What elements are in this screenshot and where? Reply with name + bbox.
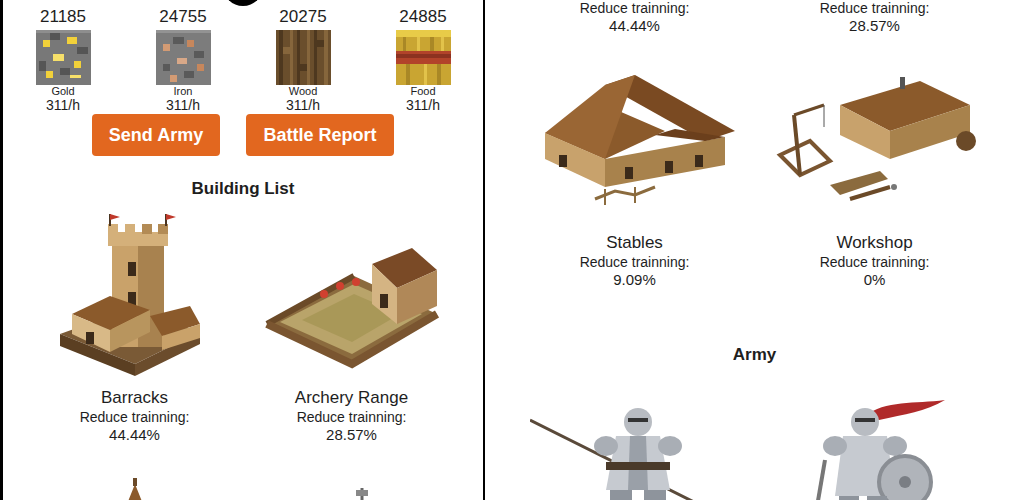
resource-rate: 311/h — [123, 97, 243, 113]
resource-name: Wood — [243, 85, 363, 97]
swordsman-icon — [755, 400, 995, 500]
section-title: Building List — [3, 178, 483, 200]
logo-icon — [3, 0, 483, 6]
building-card[interactable]: Archery RangeReduce trainning:28.57% — [243, 214, 460, 444]
building-caption: Reduce trainning: — [755, 254, 995, 271]
right-screen: Reduce trainning:44.44%Reduce trainning:… — [485, 0, 1024, 500]
building-value: 0% — [755, 271, 995, 289]
building-value: 44.44% — [26, 426, 243, 444]
building-name: Archery Range — [243, 387, 460, 409]
resource-item: 24885 Food311/h — [363, 6, 483, 113]
building-value: 44.44% — [515, 17, 755, 35]
stables-icon — [515, 75, 755, 215]
building-card[interactable]: WorkshopReduce trainning:0% — [755, 75, 995, 289]
army-unit[interactable] — [755, 400, 995, 500]
building-caption: Reduce trainning: — [515, 254, 755, 271]
army-list — [485, 400, 1024, 500]
resource-name: Iron — [123, 85, 243, 97]
building-caption: Reduce trainning: — [243, 409, 460, 426]
resource-icon — [243, 30, 363, 85]
building-card[interactable]: Reduce trainning:44.44% — [515, 0, 755, 35]
archery-range-icon — [243, 214, 460, 379]
resource-item: 21185 Gold311/h — [3, 6, 123, 113]
army-unit[interactable] — [515, 400, 755, 500]
building-value: 28.57% — [243, 426, 460, 444]
building-name: Stables — [515, 232, 755, 254]
building-list: Reduce trainning:44.44%Reduce trainning:… — [485, 0, 1024, 35]
resource-name: Gold — [3, 85, 123, 97]
building-list: StablesReduce trainning:9.09%WorkshopRed… — [485, 75, 1024, 289]
resource-icon — [3, 30, 123, 85]
resource-bar: 21185Gold311/h24755Iron311/h20275Wood311… — [3, 6, 483, 113]
building-name: Barracks — [26, 387, 243, 409]
building-card[interactable] — [26, 474, 243, 500]
resource-amount: 24885 — [363, 6, 483, 28]
building-name: Workshop — [755, 232, 995, 254]
building-caption: Reduce trainning: — [26, 409, 243, 426]
resource-icon — [363, 30, 483, 85]
building-icon — [26, 474, 243, 500]
left-screen: 21185Gold311/h24755Iron311/h20275Wood311… — [0, 0, 485, 500]
building-value: 9.09% — [515, 271, 755, 289]
resource-icon — [123, 30, 243, 85]
send-army-button[interactable]: Send Army — [92, 114, 220, 156]
building-card[interactable] — [243, 474, 460, 500]
workshop-icon — [755, 75, 995, 215]
resource-amount: 21185 — [3, 6, 123, 28]
resource-item: 24755 Iron311/h — [123, 6, 243, 113]
resource-amount: 24755 — [123, 6, 243, 28]
building-caption: Reduce trainning: — [515, 0, 755, 17]
building-icon — [243, 474, 460, 500]
building-value: 28.57% — [755, 17, 995, 35]
battle-report-button[interactable]: Battle Report — [246, 114, 394, 156]
resource-name: Food — [363, 85, 483, 97]
action-bar: Send Army Battle Report — [3, 114, 483, 156]
resource-rate: 311/h — [243, 97, 363, 113]
spearman-icon — [515, 400, 755, 500]
building-list: BarracksReduce trainning:44.44%Archery R… — [3, 214, 483, 444]
building-card[interactable]: StablesReduce trainning:9.09% — [515, 75, 755, 289]
building-card[interactable]: Reduce trainning:28.57% — [755, 0, 995, 35]
building-caption: Reduce trainning: — [755, 0, 995, 17]
section-title: Army — [485, 344, 1024, 366]
resource-item: 20275 Wood311/h — [243, 6, 363, 113]
barracks-icon — [26, 214, 243, 379]
building-list-more — [3, 474, 483, 500]
resource-rate: 311/h — [3, 97, 123, 113]
resource-amount: 20275 — [243, 6, 363, 28]
resource-rate: 311/h — [363, 97, 483, 113]
building-card[interactable]: BarracksReduce trainning:44.44% — [26, 214, 243, 444]
